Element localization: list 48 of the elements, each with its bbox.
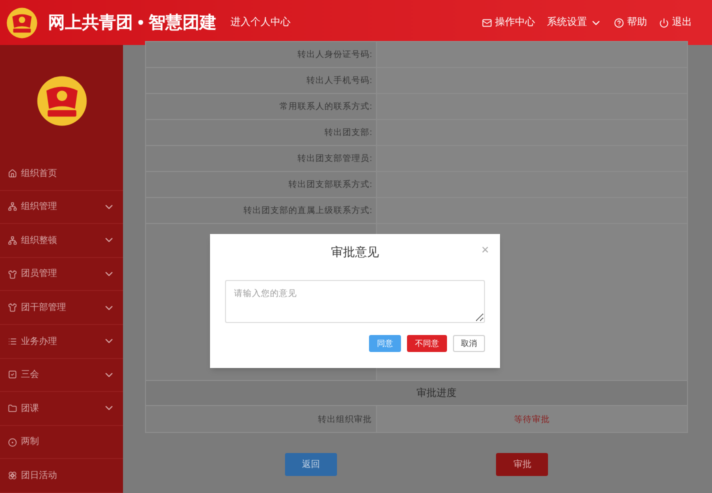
- header-menu-link[interactable]: 系统设置: [547, 15, 602, 30]
- field-label: 常用联系人的联系方式:: [280, 100, 372, 113]
- page-action-button[interactable]: 审批: [496, 453, 548, 476]
- header-menu-link[interactable]: 帮助: [614, 15, 647, 30]
- header-menu-link[interactable]: 操作中心: [482, 15, 535, 30]
- sidebar-item[interactable]: 团日活动: [0, 459, 123, 493]
- emblem-icon: [6, 6, 38, 38]
- site-title: 网上共青团 • 智慧团建: [48, 12, 216, 34]
- comment-field[interactable]: 请输入您的意见: [225, 280, 485, 323]
- sidebar-item[interactable]: 组织管理: [0, 190, 123, 224]
- circle-dot-icon: [8, 438, 17, 447]
- dialog-button[interactable]: 不同意: [407, 335, 447, 352]
- emblem-icon: [36, 75, 88, 127]
- sidebar-item[interactable]: 团干部管理: [0, 291, 123, 325]
- field-label: 转出团支部联系方式:: [288, 178, 372, 191]
- field-label: 转出团支部管理员:: [298, 152, 372, 165]
- field-label: 转出团支部的直属上级联系方式:: [244, 204, 372, 217]
- field-label: 转出团支部:: [324, 126, 372, 139]
- status-text: 等待审批: [514, 412, 550, 426]
- power-icon: [659, 18, 669, 28]
- dialog-title: 审批意见: [331, 244, 379, 261]
- hierarchy-icon: [8, 202, 17, 212]
- sidebar-item[interactable]: 组织整顿: [0, 224, 123, 258]
- shirt-icon: [8, 303, 17, 312]
- header-menu-link[interactable]: 退出: [659, 15, 692, 30]
- mail-icon: [482, 18, 492, 28]
- field-label: 转出人身份证号码:: [298, 48, 372, 61]
- help-icon: [614, 18, 624, 28]
- sidebar-item[interactable]: 业务办理: [0, 324, 123, 359]
- sidebar-item[interactable]: 组织首页: [0, 157, 123, 191]
- dialog-button[interactable]: 同意: [369, 335, 401, 352]
- personal-center-link[interactable]: 进入个人中心: [230, 15, 290, 30]
- field-label: 转出组织审批: [318, 412, 372, 426]
- sidebar-item[interactable]: 团员管理: [0, 258, 123, 292]
- home-icon: [8, 168, 17, 178]
- sidebar-item[interactable]: 两制: [0, 426, 123, 460]
- sidebar-item[interactable]: 团课: [0, 392, 123, 426]
- sidebar-item[interactable]: 三会: [0, 358, 123, 392]
- flower-icon: [8, 471, 17, 480]
- checkbox-icon: [8, 370, 17, 380]
- page-action-button[interactable]: 返回: [284, 453, 337, 476]
- field-label: 转出人手机号码:: [306, 74, 372, 87]
- hierarchy-icon: [8, 236, 17, 245]
- dialog-button[interactable]: 取消: [453, 335, 485, 352]
- list-icon: [8, 336, 17, 346]
- section-title: 审批进度: [416, 386, 456, 400]
- folder-icon: [8, 404, 17, 413]
- shirt-icon: [8, 270, 17, 279]
